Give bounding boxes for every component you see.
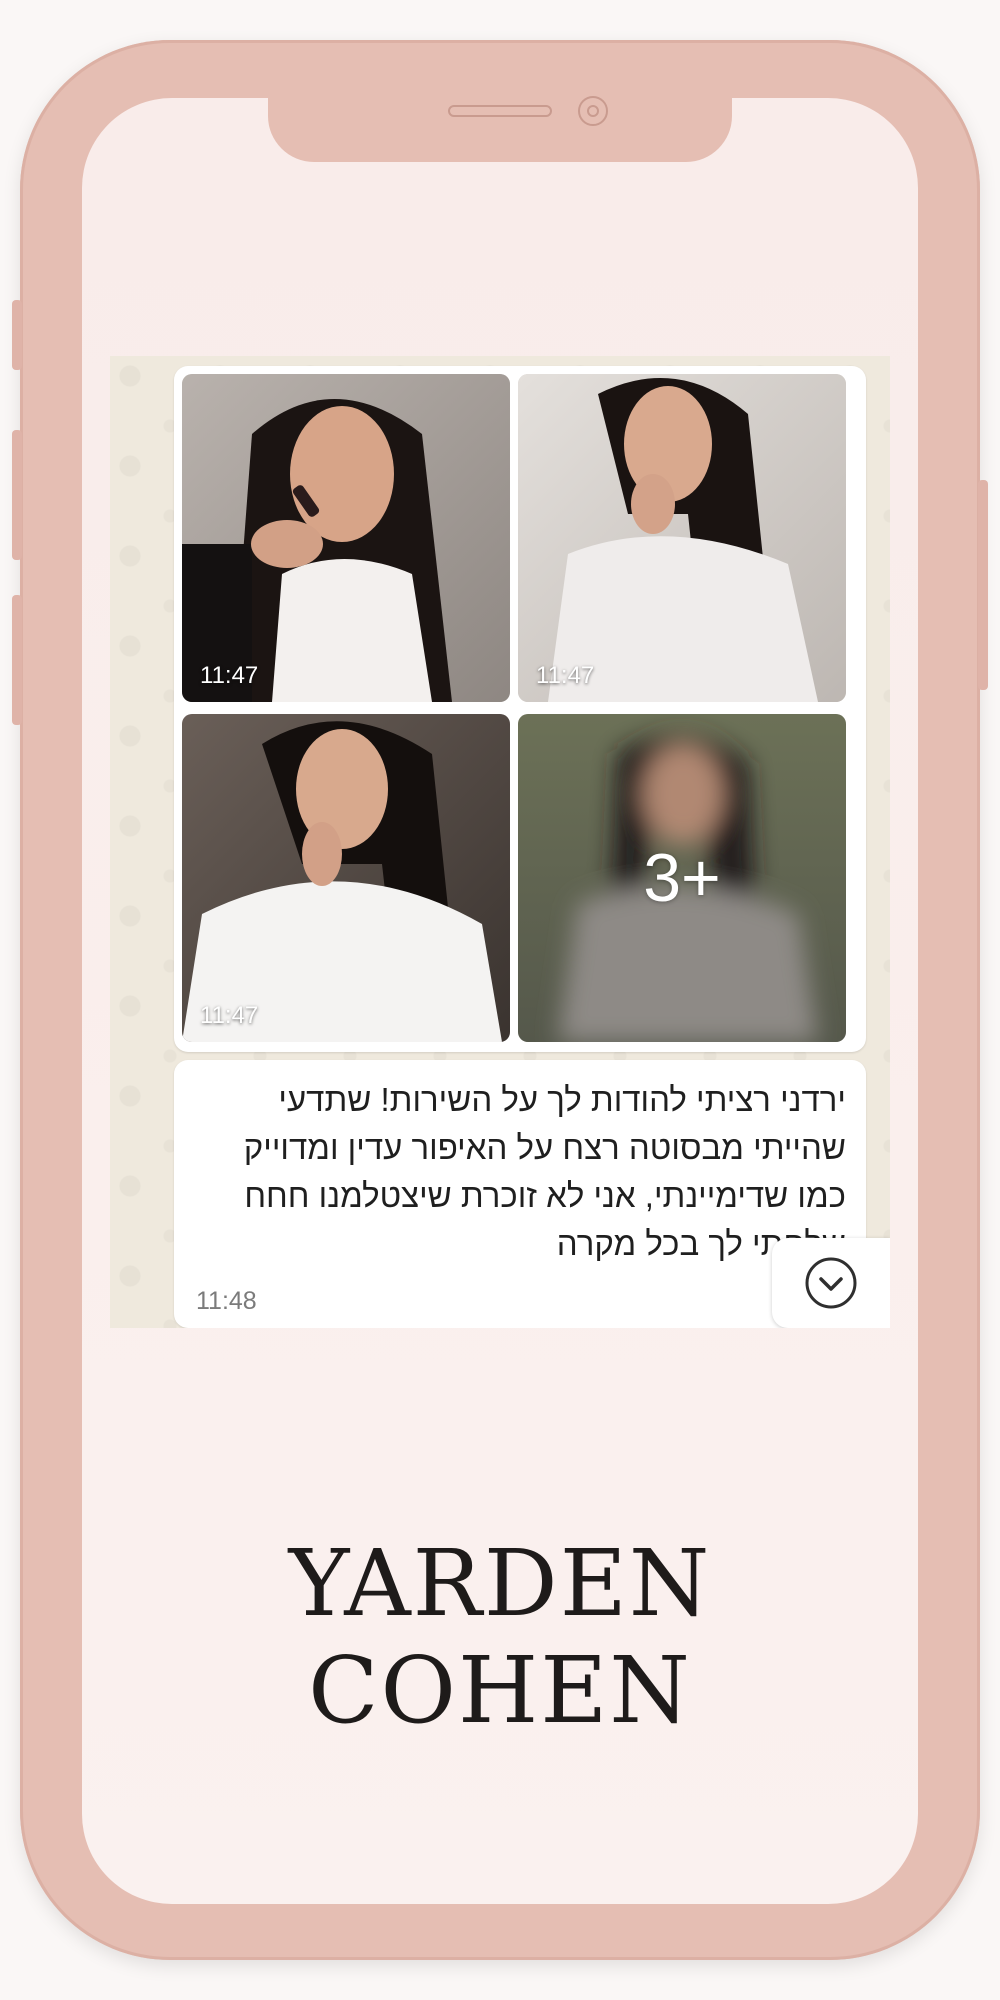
side-button (978, 480, 988, 690)
speaker-grille (448, 105, 552, 117)
photo-1-image (182, 374, 510, 702)
message-text: ירדני רציתי להודות לך על השירות! שתדעי ש… (243, 1081, 846, 1262)
brand-name: YARDEN COHEN (288, 1530, 712, 1744)
scroll-to-bottom-button[interactable] (772, 1238, 890, 1328)
message-bubble[interactable]: ירדני רציתי להודות לך על השירות! שתדעי ש… (174, 1060, 866, 1328)
photo-3-image (182, 714, 510, 1042)
more-photos-count: 3+ (643, 840, 721, 916)
chat-screenshot: 11:47 11:47 11:47 3+ ירדני רציתי להודות … (110, 356, 890, 1328)
photo-2-image (518, 374, 846, 702)
album-photo-2[interactable]: 11:47 (518, 374, 846, 702)
photo-timestamp: 11:47 (536, 662, 595, 689)
album-photo-1[interactable]: 11:47 (182, 374, 510, 702)
media-album-bubble[interactable]: 11:47 11:47 11:47 3+ (174, 366, 866, 1052)
photo-timestamp: 11:47 (200, 662, 259, 689)
album-photo-more[interactable]: 3+ (518, 714, 846, 1042)
side-button (12, 300, 22, 370)
side-button (12, 430, 22, 560)
chevron-down-icon (805, 1257, 857, 1309)
message-timestamp: 11:48 (196, 1287, 257, 1315)
front-camera (578, 96, 608, 126)
side-button (12, 595, 22, 725)
photo-timestamp: 11:47 (200, 1002, 259, 1029)
album-photo-3[interactable]: 11:47 (182, 714, 510, 1042)
